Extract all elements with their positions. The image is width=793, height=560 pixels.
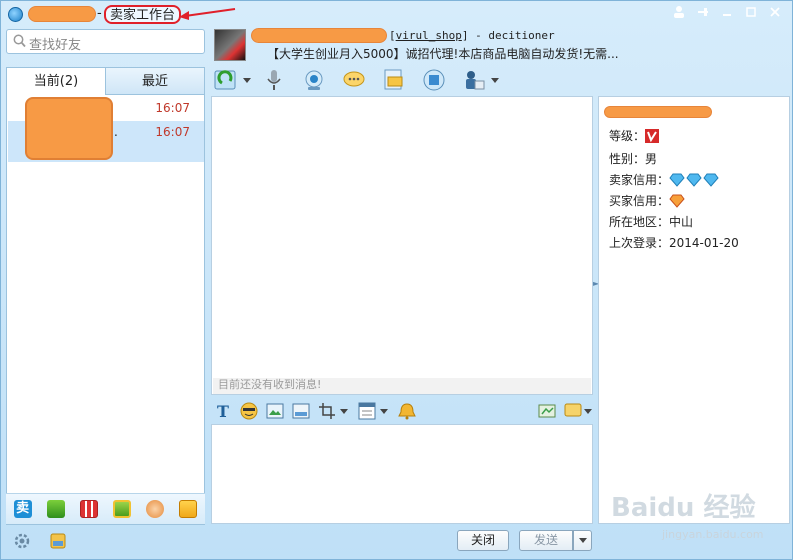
more-tools-dropdown-icon[interactable] xyxy=(491,77,499,83)
info-buyer-credit-label: 买家信用： xyxy=(609,194,670,208)
search-input[interactable]: 查找好友 xyxy=(6,29,205,54)
contact-signature: 【大学生创业月入5000】诚招代理!本店商品电脑自动发货!无需... xyxy=(267,47,619,61)
transfer-dropdown-icon[interactable] xyxy=(243,77,251,83)
redacted-contact-name xyxy=(251,28,387,43)
info-level: 等级： xyxy=(609,127,660,144)
maximize-icon[interactable] xyxy=(740,3,762,21)
info-last-login-label: 上次登录： xyxy=(609,236,670,250)
mail-icon[interactable] xyxy=(381,67,407,93)
close-icon[interactable] xyxy=(764,3,786,21)
contact-time: 16:07 xyxy=(155,125,190,139)
screenshot-dropdown-icon[interactable] xyxy=(340,408,348,414)
info-region: 所在地区： 中山 xyxy=(609,213,693,230)
screenshot-icon[interactable] xyxy=(318,402,336,420)
annotation-arrow xyxy=(179,8,236,20)
nudge-bell-icon[interactable] xyxy=(398,402,416,420)
info-seller-credit: 卖家信用： xyxy=(609,171,721,188)
info-buyer-credit: 买家信用： xyxy=(609,192,687,209)
shop-suffix: ] - decitioner xyxy=(461,29,555,42)
shop-link[interactable]: virul_shop xyxy=(396,29,462,42)
info-last-login: 上次登录： 2014-01-20 xyxy=(609,234,739,251)
plugin-icon[interactable] xyxy=(146,500,165,518)
gift-icon[interactable] xyxy=(113,500,132,518)
message-input[interactable] xyxy=(211,424,593,524)
voice-mic-icon[interactable] xyxy=(261,67,287,93)
title-bar: - 卖家工作台 xyxy=(1,1,792,27)
seller-icon[interactable]: 卖 xyxy=(13,500,32,518)
message-settings-icon[interactable] xyxy=(564,402,582,420)
screen-share-icon[interactable] xyxy=(421,67,447,93)
contact-time: 16:07 xyxy=(155,101,190,115)
tab-current[interactable]: 当前(2) xyxy=(7,68,106,95)
chevron-down-icon xyxy=(578,538,587,543)
search-icon xyxy=(13,34,26,48)
transfer-icon[interactable] xyxy=(213,67,239,93)
quick-phrase-icon[interactable] xyxy=(358,402,376,420)
window-title: 卖家工作台 xyxy=(104,5,182,24)
image-icon[interactable] xyxy=(266,402,284,420)
im-window: - 卖家工作台 查找好友 当前(2) 最近 16:07 . 16:07 卖 [v… xyxy=(0,0,793,560)
contact-avatar[interactable] xyxy=(214,29,246,61)
contact-info-panel: 等级： 性别：男 卖家信用： 买家信用： 所在地区： 中山 上次登录： 2014-0… xyxy=(598,96,790,524)
info-level-label: 等级： xyxy=(609,129,646,143)
picture-icon[interactable] xyxy=(292,402,310,420)
blue-diamond-icon xyxy=(669,173,719,187)
orange-diamond-icon xyxy=(669,194,685,208)
watermark-url: jingyan.baidu.com xyxy=(662,528,764,541)
redacted-contacts xyxy=(25,97,113,160)
format-toolbar: T xyxy=(214,400,592,422)
no-message-hint: 目前还没有收到消息! xyxy=(218,378,322,391)
shop-title: [virul_shop] - decitioner xyxy=(389,29,555,42)
user-icon[interactable] xyxy=(668,3,690,21)
info-seller-credit-label: 卖家信用： xyxy=(609,173,670,187)
chart-icon[interactable] xyxy=(179,500,198,518)
tab-recent[interactable]: 最近 xyxy=(106,68,204,95)
left-bottom-toolbar: 卖 xyxy=(6,493,205,524)
contact-card-icon[interactable] xyxy=(461,67,487,93)
webcam-icon[interactable] xyxy=(301,67,327,93)
message-box-icon[interactable] xyxy=(49,532,67,550)
level-badge-icon xyxy=(645,128,660,143)
message-history[interactable]: 目前还没有收到消息! xyxy=(211,96,593,395)
font-icon[interactable]: T xyxy=(214,402,232,421)
send-button[interactable]: 发送 xyxy=(519,530,573,551)
shop-prefix: [ xyxy=(389,29,396,42)
redacted-username xyxy=(28,6,96,22)
close-chat-button[interactable]: 关闭 xyxy=(457,530,509,551)
contact-name-suffix: . xyxy=(114,125,118,139)
message-settings-dropdown-icon[interactable] xyxy=(584,408,592,414)
info-gender-label: 性别： xyxy=(609,152,646,166)
upload-icon[interactable] xyxy=(46,500,65,518)
info-region-value: 中山 xyxy=(669,215,694,229)
baidu-watermark: Baidu 经验 xyxy=(611,493,756,523)
info-region-label: 所在地区： xyxy=(609,215,670,229)
send-options-dropdown[interactable] xyxy=(573,530,592,551)
chat-bubble-icon[interactable] xyxy=(341,67,367,93)
title-separator: - xyxy=(97,6,102,21)
info-last-login-value: 2014-01-20 xyxy=(669,235,739,250)
redacted-info-name xyxy=(604,106,712,118)
chat-toolbar xyxy=(213,67,509,93)
search-placeholder: 查找好友 xyxy=(29,38,82,53)
app-logo-icon[interactable] xyxy=(8,7,23,22)
emoji-icon[interactable] xyxy=(240,402,258,420)
info-gender-value: 男 xyxy=(645,152,658,166)
info-gender: 性别：男 xyxy=(609,150,657,167)
quick-phrase-dropdown-icon[interactable] xyxy=(380,408,388,414)
message-record-icon[interactable] xyxy=(538,402,556,420)
shop-icon[interactable] xyxy=(79,500,98,518)
pin-icon[interactable] xyxy=(692,3,714,21)
minimize-icon[interactable] xyxy=(716,3,738,21)
settings-gear-icon[interactable] xyxy=(13,532,31,550)
